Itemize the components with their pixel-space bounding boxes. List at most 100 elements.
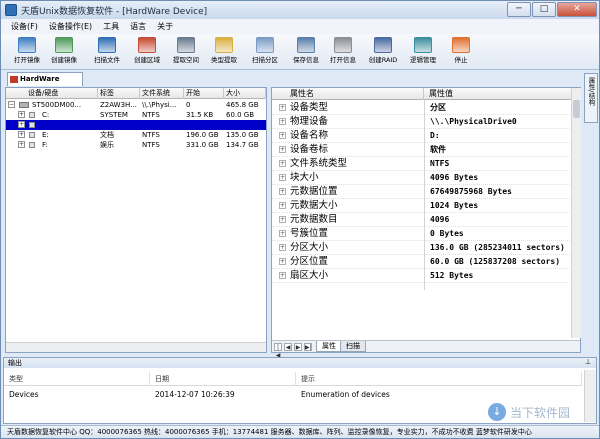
- expand-icon[interactable]: +: [18, 131, 25, 138]
- column-header-property-name[interactable]: 属性名: [272, 88, 424, 100]
- expand-icon[interactable]: +: [279, 202, 286, 209]
- create-image-icon: [55, 37, 73, 53]
- expand-icon[interactable]: +: [279, 118, 286, 125]
- column-header-date[interactable]: 日期: [150, 372, 296, 386]
- expand-icon[interactable]: +: [18, 141, 25, 148]
- property-value: 4096 Bytes: [430, 173, 479, 182]
- vertical-scrollbar[interactable]: [571, 88, 581, 338]
- create-raid-button[interactable]: 创建RAID: [365, 36, 401, 68]
- maximize-button[interactable]: □: [532, 2, 556, 17]
- column-header-start[interactable]: 开始: [184, 88, 224, 99]
- expand-icon[interactable]: +: [279, 146, 286, 153]
- first-tab-arrow-icon[interactable]: |◀: [274, 343, 282, 359]
- prev-tab-arrow-icon[interactable]: ◀: [284, 343, 292, 351]
- toolbar-button-label: 打开镜像: [14, 56, 40, 64]
- expand-icon[interactable]: +: [279, 104, 286, 111]
- collapse-icon[interactable]: −: [8, 101, 15, 108]
- menu-tools[interactable]: 工具: [103, 21, 119, 32]
- property-row[interactable]: + 元数据数目 4096: [272, 213, 572, 227]
- device-start: 0: [186, 101, 191, 109]
- column-header-filesystem[interactable]: 文件系统: [140, 88, 184, 99]
- side-tab-properties-structure[interactable]: 属性/结构: [584, 73, 598, 123]
- column-header-device[interactable]: 设备/硬盘: [6, 88, 98, 99]
- property-row[interactable]: + 分区位置 60.0 GB (125837208 sectors): [272, 255, 572, 269]
- save-info-icon: [297, 37, 315, 53]
- expand-icon[interactable]: +: [18, 111, 25, 118]
- output-type: Devices: [9, 390, 39, 399]
- menu-device-operations[interactable]: 设备操作(E): [49, 21, 92, 32]
- horizontal-scrollbar[interactable]: [6, 342, 266, 352]
- expand-icon[interactable]: +: [279, 230, 286, 237]
- property-row[interactable]: + 分区大小 136.0 GB (285234011 sectors): [272, 241, 572, 255]
- property-row[interactable]: + 设备卷标 软件: [272, 143, 572, 157]
- property-value: 软件: [430, 145, 446, 154]
- property-row[interactable]: + 扇区大小 512 Bytes: [272, 269, 572, 283]
- property-row[interactable]: + 物理设备 \\.\PhysicalDrive0: [272, 115, 572, 129]
- property-row[interactable]: + 块大小 4096 Bytes: [272, 171, 572, 185]
- property-row[interactable]: + 元数据位置 67649875968 Bytes: [272, 185, 572, 199]
- expand-icon[interactable]: +: [279, 272, 286, 279]
- partition-icon: [29, 132, 35, 138]
- property-row[interactable]: + 设备名称 D:: [272, 129, 572, 143]
- output-title-bar: 输出 ⊥: [4, 358, 596, 368]
- column-header-size[interactable]: 大小: [224, 88, 266, 99]
- open-info-icon: [334, 37, 352, 53]
- column-header-message[interactable]: 提示: [296, 372, 582, 386]
- save-info-button[interactable]: 保存信息: [288, 36, 324, 68]
- expand-icon[interactable]: +: [279, 216, 286, 223]
- device-row[interactable]: + F: 娱乐 NTFS 331.0 GB 134.7 GB: [6, 140, 266, 150]
- property-row[interactable]: + 设备类型 分区: [272, 101, 572, 115]
- expand-icon[interactable]: +: [279, 132, 286, 139]
- output-row[interactable]: Devices 2014-12-07 10:26:39 Enumeration …: [4, 388, 582, 402]
- menu-bar: 设备(F) 设备操作(E) 工具 语言 关于: [1, 19, 599, 34]
- toolbar-button-label: 逻辑管理: [410, 56, 436, 64]
- device-row[interactable]: − ST500DM00... Z2AW3H... \\.\Physi... 0 465.8…: [6, 100, 266, 110]
- property-value: 67649875968 Bytes: [430, 187, 512, 196]
- create-image-button[interactable]: 创建镜像: [46, 36, 82, 68]
- property-name: 文件系统类型: [290, 158, 348, 169]
- logic-manage-icon: [414, 37, 432, 53]
- open-image-button[interactable]: 打开镜像: [9, 36, 45, 68]
- expand-icon[interactable]: +: [279, 160, 286, 167]
- pin-icon[interactable]: ⊥: [585, 359, 592, 366]
- menu-language[interactable]: 语言: [130, 21, 146, 32]
- open-info-button[interactable]: 打开信息: [325, 36, 361, 68]
- minimize-button[interactable]: ─: [507, 2, 531, 17]
- device-row[interactable]: + C: SYSTEM NTFS 31.5 KB 60.0 GB: [6, 110, 266, 120]
- title-bar: 天盾Unix数据恢复软件 - [HardWare Device] ─ □ ✕: [1, 1, 599, 19]
- close-button[interactable]: ✕: [557, 2, 597, 17]
- expand-icon[interactable]: +: [279, 188, 286, 195]
- next-tab-arrow-icon[interactable]: ▶: [294, 343, 302, 351]
- column-header-type[interactable]: 类型: [4, 372, 150, 386]
- output-title: 输出: [8, 359, 22, 367]
- column-header-label[interactable]: 标签: [98, 88, 140, 99]
- create-region-button[interactable]: 创建区域: [129, 36, 165, 68]
- last-tab-arrow-icon[interactable]: ▶|: [304, 343, 312, 351]
- scan-files-button[interactable]: 扫描文件: [89, 36, 125, 68]
- scan-partition-button[interactable]: 扫描分区: [247, 36, 283, 68]
- menu-about[interactable]: 关于: [157, 21, 173, 32]
- logic-manage-button[interactable]: 逻辑管理: [405, 36, 441, 68]
- stop-button[interactable]: 停止: [443, 36, 479, 68]
- device-row[interactable]: + E: 文档 NTFS 196.0 GB 135.0 GB: [6, 130, 266, 140]
- extract-space-button[interactable]: 提取空间: [168, 36, 204, 68]
- device-row[interactable]: +: [6, 120, 266, 130]
- toolbar-button-label: 创建区域: [134, 56, 160, 64]
- device-list-header: 设备/硬盘 标签 文件系统 开始 大小: [6, 88, 266, 99]
- scrollbar-thumb[interactable]: [573, 100, 580, 118]
- property-row[interactable]: + 元数据大小 1024 Bytes: [272, 199, 572, 213]
- menu-device[interactable]: 设备(F): [11, 21, 38, 32]
- property-row[interactable]: + 文件系统类型 NTFS: [272, 157, 572, 171]
- expand-icon[interactable]: +: [279, 244, 286, 251]
- tab-hardware-device[interactable]: HardWare Device: [7, 72, 83, 96]
- column-header-property-value[interactable]: 属性值: [424, 88, 572, 100]
- tab-properties[interactable]: 属性: [316, 341, 342, 352]
- property-row[interactable]: + 号簇位置 0 Bytes: [272, 227, 572, 241]
- expand-icon[interactable]: +: [279, 258, 286, 265]
- scan-files-icon: [98, 37, 116, 53]
- device-size: [226, 120, 266, 130]
- expand-icon[interactable]: +: [279, 174, 286, 181]
- tab-scan[interactable]: 扫描: [340, 341, 366, 352]
- type-extract-button[interactable]: 类型提取: [206, 36, 242, 68]
- expand-icon[interactable]: +: [18, 121, 25, 128]
